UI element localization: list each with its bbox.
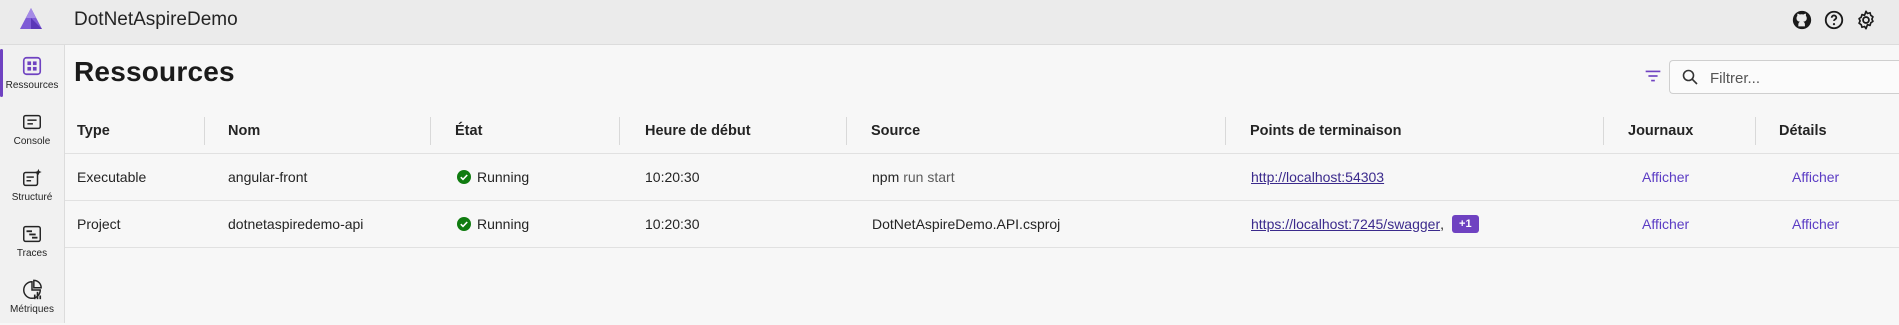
column-header-etat[interactable]: État (455, 109, 482, 153)
resources-icon (22, 56, 42, 76)
cell-name: dotnetaspiredemo-api (228, 216, 364, 232)
source-args: run start (903, 169, 955, 185)
resources-table: Type Nom État Heure de début Source Poin… (65, 109, 1899, 248)
help-icon[interactable] (1823, 9, 1845, 31)
column-divider[interactable] (204, 117, 205, 145)
sidebar-item-label: Traces (16, 248, 48, 259)
sidebar-item-structure[interactable]: Structuré (0, 157, 64, 213)
column-divider[interactable] (619, 117, 620, 145)
sidebar-item-metriques[interactable]: Métriques (0, 269, 64, 325)
sidebar-item-console[interactable]: Console (0, 101, 64, 157)
running-check-icon (457, 217, 471, 231)
view-logs-link[interactable]: Afficher (1642, 216, 1689, 232)
cell-details: Afficher (1792, 201, 1839, 247)
aspire-logo-icon[interactable] (19, 7, 43, 31)
column-divider[interactable] (1755, 117, 1756, 145)
settings-gear-icon[interactable] (1855, 9, 1877, 31)
metrics-icon (23, 279, 42, 300)
cell-start-time: 10:20:30 (645, 169, 700, 185)
page-title: Ressources (74, 56, 235, 87)
state-label: Running (477, 216, 530, 232)
endpoint-link[interactable]: http://localhost:54303 (1251, 169, 1384, 185)
sidebar-item-label: Ressources (5, 80, 59, 91)
github-icon[interactable] (1791, 9, 1813, 31)
column-divider[interactable] (1603, 117, 1604, 145)
traces-icon (23, 225, 41, 243)
search-icon (1682, 69, 1698, 85)
sidebar: Ressources Console Structuré Traces Métr… (0, 45, 65, 323)
console-icon (23, 114, 41, 130)
column-header-points-terminaison[interactable]: Points de terminaison (1250, 109, 1401, 153)
endpoint-separator: , (1440, 216, 1445, 232)
column-header-details[interactable]: Détails (1779, 109, 1827, 153)
cell-endpoints: http://localhost:54303 (1251, 154, 1384, 200)
column-header-heure-debut[interactable]: Heure de début (645, 109, 751, 153)
column-header-journaux[interactable]: Journaux (1628, 109, 1693, 153)
cell-state: Running (457, 154, 529, 200)
sidebar-item-traces[interactable]: Traces (0, 213, 64, 269)
search-box (1669, 60, 1899, 94)
running-check-icon (457, 170, 471, 184)
column-header-type[interactable]: Type (77, 109, 110, 153)
cell-source: DotNetAspireDemo.API.csproj (872, 201, 1060, 247)
cell-state: Running (457, 201, 529, 247)
cell-name: angular-front (228, 169, 308, 185)
table-row: Project dotnetaspiredemo-api Running 10:… (65, 201, 1899, 248)
sidebar-item-label: Métriques (10, 304, 54, 315)
cell-logs: Afficher (1642, 154, 1689, 200)
column-header-source[interactable]: Source (871, 109, 920, 153)
cell-start-time: 10:20:30 (645, 216, 700, 232)
table-row: Executable angular-front Running 10:20:3… (65, 154, 1899, 201)
cell-endpoints: https://localhost:7245/swagger , +1 (1251, 201, 1479, 247)
main-content: Ressources Type Nom État Heure de début … (65, 45, 1899, 323)
cell-type: Project (77, 216, 121, 232)
cell-logs: Afficher (1642, 201, 1689, 247)
structured-logs-icon (23, 168, 42, 187)
more-endpoints-badge[interactable]: +1 (1452, 215, 1479, 233)
top-bar: DotNetAspireDemo (0, 0, 1899, 45)
column-divider[interactable] (430, 117, 431, 145)
sidebar-item-ressources[interactable]: Ressources (0, 45, 64, 101)
column-divider[interactable] (1225, 117, 1226, 145)
view-logs-link[interactable]: Afficher (1642, 169, 1689, 185)
source-project: DotNetAspireDemo.API.csproj (872, 216, 1061, 232)
column-header-nom[interactable]: Nom (228, 109, 260, 153)
endpoint-link[interactable]: https://localhost:7245/swagger (1251, 216, 1440, 232)
cell-source: npm run start (872, 154, 955, 200)
search-input[interactable] (1708, 67, 1899, 89)
cell-type: Executable (77, 169, 147, 185)
app-title: DotNetAspireDemo (74, 9, 238, 30)
table-header-row: Type Nom État Heure de début Source Poin… (65, 109, 1899, 154)
view-details-link[interactable]: Afficher (1792, 216, 1839, 232)
sidebar-item-label: Structuré (11, 192, 53, 203)
column-divider[interactable] (846, 117, 847, 145)
state-label: Running (477, 169, 530, 185)
filter-icon[interactable] (1642, 65, 1664, 87)
source-command: npm (872, 169, 900, 185)
cell-details: Afficher (1792, 154, 1839, 200)
view-details-link[interactable]: Afficher (1792, 169, 1839, 185)
sidebar-item-label: Console (13, 136, 51, 147)
